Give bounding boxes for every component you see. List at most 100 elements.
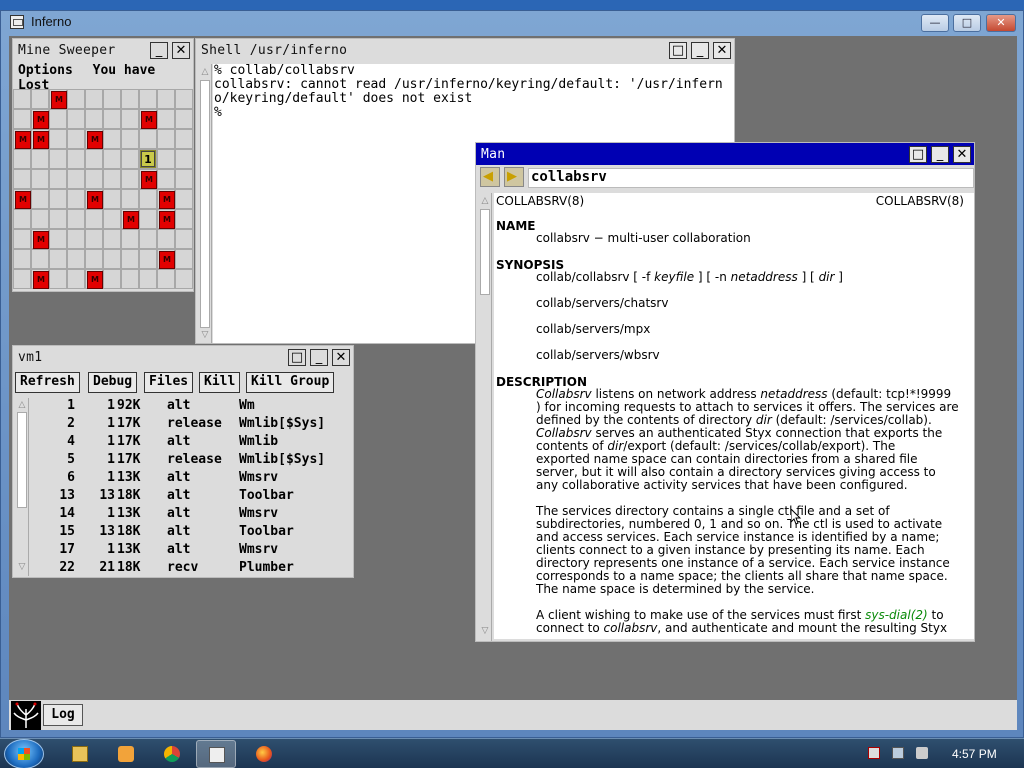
- process-row[interactable]: 5 1 17K release Wmlib[$Sys]: [33, 452, 351, 470]
- process-list[interactable]: 1 1 92K alt Wm 2 1 17K release Wmlib[$Sys] 4 1 17K al…: [33, 398, 351, 575]
- mine-cell[interactable]: [85, 149, 103, 169]
- start-button[interactable]: [4, 739, 44, 768]
- scroll-up-icon[interactable]: △: [479, 195, 491, 207]
- mine-cell[interactable]: [13, 249, 31, 269]
- mine-cell[interactable]: [13, 89, 31, 109]
- vm1-scrollbar[interactable]: △ ▽: [15, 398, 29, 576]
- process-row[interactable]: 17 1 13K alt Wmsrv: [33, 542, 351, 560]
- mine-cell[interactable]: [175, 249, 193, 269]
- mine-cell[interactable]: [85, 209, 103, 229]
- close-icon[interactable]: ✕: [332, 349, 350, 366]
- host-titlebar[interactable]: Inferno: [1, 11, 1023, 35]
- mine-cell[interactable]: [139, 209, 157, 229]
- mine-cell[interactable]: [103, 229, 121, 249]
- mine-cell[interactable]: [175, 209, 193, 229]
- mine-cell[interactable]: [157, 249, 175, 269]
- mine-cell[interactable]: [139, 89, 157, 109]
- process-row[interactable]: 22 21 18K recv Plumber: [33, 560, 351, 578]
- mine-cell[interactable]: [13, 109, 31, 129]
- process-row[interactable]: 13 13 18K alt Toolbar: [33, 488, 351, 506]
- sys-dial-link[interactable]: sys-dial(2): [865, 608, 928, 622]
- mine-cell[interactable]: [121, 229, 139, 249]
- maximize-icon[interactable]: □: [288, 349, 306, 366]
- mine-cell[interactable]: [103, 209, 121, 229]
- mine-cell[interactable]: [13, 269, 31, 289]
- taskbar-media-player[interactable]: [106, 740, 146, 768]
- scroll-up-icon[interactable]: △: [16, 399, 28, 411]
- man-scrollbar[interactable]: △ ▽: [478, 193, 492, 641]
- maximize-icon[interactable]: □: [909, 146, 927, 163]
- process-row[interactable]: 1 1 92K alt Wm: [33, 398, 351, 416]
- process-row[interactable]: 6 1 13K alt Wmsrv: [33, 470, 351, 488]
- close-icon[interactable]: ✕: [172, 42, 190, 59]
- mine-cell[interactable]: [67, 249, 85, 269]
- debug-button[interactable]: Debug: [88, 372, 138, 393]
- maximize-icon[interactable]: □: [669, 42, 687, 59]
- mine-cell[interactable]: [139, 229, 157, 249]
- mine-cell[interactable]: [85, 129, 103, 149]
- mine-cell[interactable]: [49, 89, 67, 109]
- mine-cell[interactable]: [67, 89, 85, 109]
- mine-cell[interactable]: [49, 189, 67, 209]
- mine-cell[interactable]: [13, 169, 31, 189]
- mine-cell[interactable]: [121, 169, 139, 189]
- mine-cell[interactable]: [31, 209, 49, 229]
- mine-cell[interactable]: [175, 189, 193, 209]
- mine-cell[interactable]: [139, 249, 157, 269]
- scroll-down-icon[interactable]: ▽: [199, 329, 211, 341]
- action-center-icon[interactable]: [868, 747, 880, 759]
- mine-cell[interactable]: [49, 129, 67, 149]
- mine-cell[interactable]: [121, 249, 139, 269]
- inferno-logo-icon[interactable]: [11, 701, 41, 730]
- mine-cell[interactable]: [49, 109, 67, 129]
- process-row[interactable]: 15 13 18K alt Toolbar: [33, 524, 351, 542]
- mine-cell[interactable]: [157, 129, 175, 149]
- mine-cell[interactable]: [85, 229, 103, 249]
- man-titlebar[interactable]: Man: [476, 143, 974, 165]
- mine-cell[interactable]: [31, 249, 49, 269]
- mine-cell[interactable]: [103, 249, 121, 269]
- mine-cell[interactable]: [13, 229, 31, 249]
- mine-cell[interactable]: [157, 209, 175, 229]
- taskbar-explorer[interactable]: [60, 740, 100, 768]
- mine-cell[interactable]: [85, 169, 103, 189]
- mine-cell[interactable]: [103, 129, 121, 149]
- mine-cell[interactable]: [175, 89, 193, 109]
- scroll-up-icon[interactable]: △: [199, 66, 211, 78]
- scroll-thumb[interactable]: [480, 209, 490, 295]
- mine-cell[interactable]: [157, 269, 175, 289]
- mine-cell[interactable]: [103, 169, 121, 189]
- forward-arrow-icon[interactable]: ▶: [504, 167, 524, 187]
- mine-cell[interactable]: [31, 129, 49, 149]
- minimize-button[interactable]: —: [921, 14, 949, 32]
- man-search-input[interactable]: collabsrv: [528, 168, 974, 188]
- mine-cell[interactable]: [67, 109, 85, 129]
- mine-cell[interactable]: [157, 229, 175, 249]
- mine-cell[interactable]: [157, 169, 175, 189]
- mine-cell[interactable]: [121, 269, 139, 289]
- close-icon[interactable]: ✕: [953, 146, 971, 163]
- scroll-thumb[interactable]: [17, 412, 27, 508]
- mine-cell[interactable]: [139, 109, 157, 129]
- files-button[interactable]: Files: [144, 372, 194, 393]
- kill-group-button[interactable]: Kill Group: [246, 372, 335, 393]
- mine-cell[interactable]: [49, 169, 67, 189]
- taskbar-chrome[interactable]: [152, 740, 192, 768]
- mine-cell[interactable]: [121, 109, 139, 129]
- network-icon[interactable]: [892, 747, 904, 759]
- kill-button[interactable]: Kill: [199, 372, 241, 393]
- mine-cell[interactable]: [121, 89, 139, 109]
- mine-cell[interactable]: [175, 229, 193, 249]
- mine-cell[interactable]: [67, 209, 85, 229]
- scroll-down-icon[interactable]: ▽: [16, 561, 28, 573]
- mine-cell[interactable]: [103, 149, 121, 169]
- mine-cell[interactable]: [157, 89, 175, 109]
- mine-cell[interactable]: [175, 169, 193, 189]
- log-button[interactable]: Log: [43, 704, 83, 726]
- mine-cell[interactable]: [175, 109, 193, 129]
- back-arrow-icon[interactable]: ◀: [480, 167, 500, 187]
- mine-cell[interactable]: [139, 129, 157, 149]
- mine-cell[interactable]: [157, 149, 175, 169]
- mine-cell[interactable]: [85, 109, 103, 129]
- mine-cell[interactable]: [103, 89, 121, 109]
